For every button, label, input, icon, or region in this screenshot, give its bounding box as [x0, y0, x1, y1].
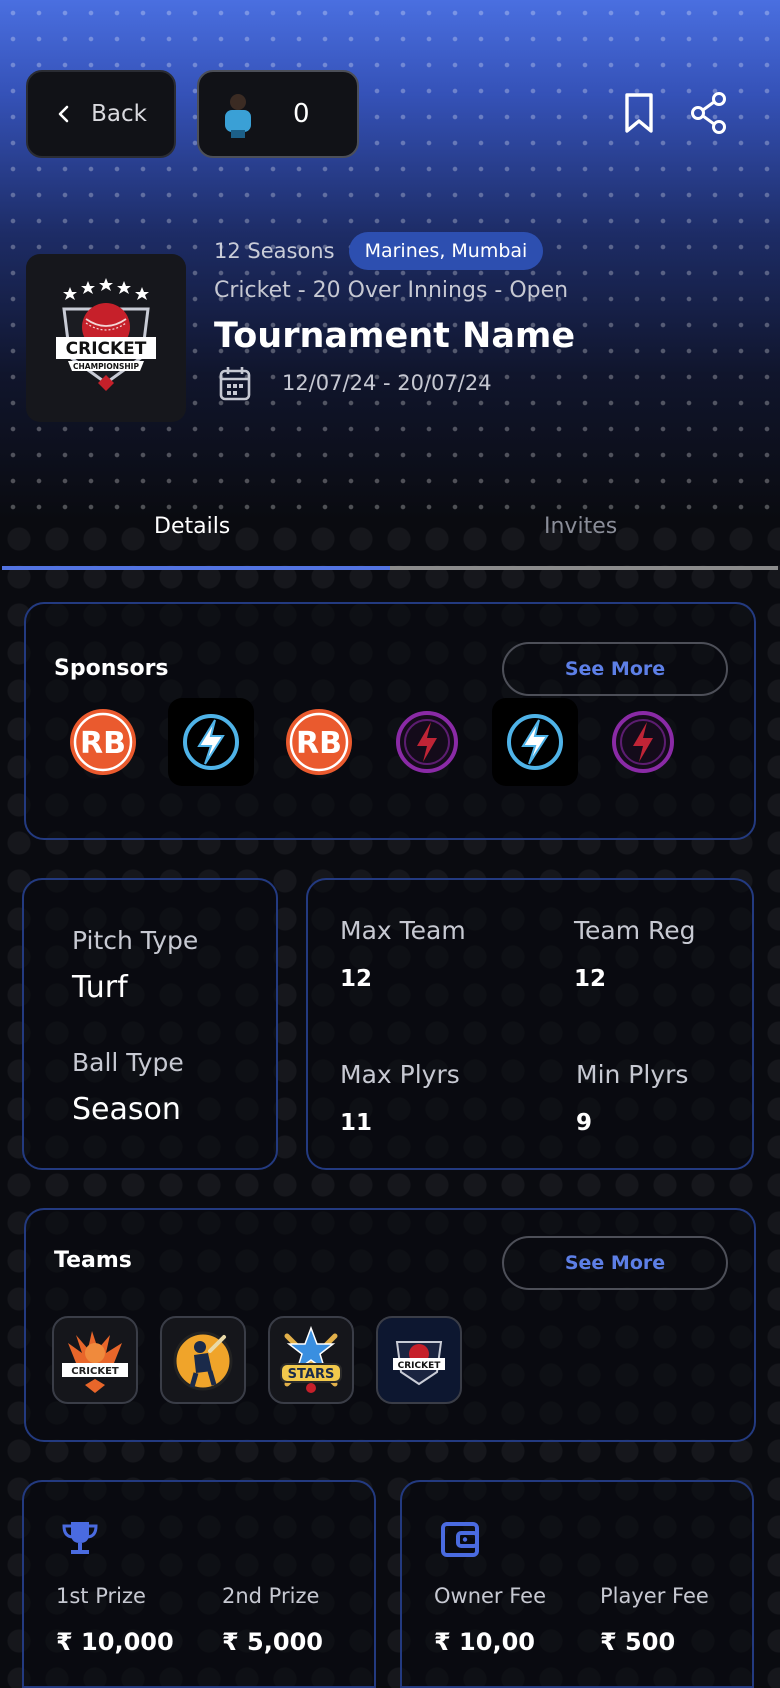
teams-card: Teams See More CRICKET STARS CRICKET [24, 1208, 756, 1442]
owner-fee-value: ₹ 10,00 [434, 1628, 535, 1656]
date-range-row: 12/07/24 - 20/07/24 [218, 364, 492, 402]
svg-text:CRICKET: CRICKET [71, 1366, 119, 1377]
team-reg-value: 12 [574, 966, 607, 992]
cricket-stars-logo-icon[interactable]: STARS [268, 1316, 354, 1404]
sponsors-list: RB RB [60, 698, 686, 786]
tab-invites[interactable]: Invites [544, 514, 617, 539]
sponsors-title: Sponsors [54, 656, 169, 681]
teams-title: Teams [54, 1248, 132, 1273]
trophy-icon [62, 1522, 98, 1554]
location-badge: Marines, Mumbai [348, 232, 544, 270]
max-players-label: Max Plyrs [340, 1060, 460, 1089]
sponsor-rb-icon[interactable]: RB [60, 698, 146, 786]
pitch-type-value: Turf [72, 970, 128, 1005]
player-fee-value: ₹ 500 [600, 1628, 676, 1656]
batsman-logo-icon[interactable] [160, 1316, 246, 1404]
cricket-tournament-logo-icon[interactable]: CRICKET [52, 1316, 138, 1404]
date-range: 12/07/24 - 20/07/24 [282, 371, 492, 395]
first-prize-value: ₹ 10,000 [56, 1628, 174, 1656]
sponsor-lightning-icon[interactable] [168, 698, 254, 786]
sponsor-lightning-icon[interactable] [492, 698, 578, 786]
second-prize-value: ₹ 5,000 [222, 1628, 323, 1656]
svg-text:RB: RB [80, 726, 126, 761]
cricket-championship-logo-icon: CRICKET CHAMPIONSHIP [56, 278, 156, 391]
owner-fee-label: Owner Fee [434, 1584, 547, 1608]
player-fee-label: Player Fee [600, 1584, 709, 1608]
sponsors-see-more-button[interactable]: See More [502, 642, 728, 696]
sport-format: Cricket - 20 Over Innings - Open [214, 278, 569, 303]
share-icon[interactable] [688, 90, 730, 136]
max-team-label: Max Team [340, 916, 466, 945]
fee-card: Owner Fee ₹ 10,00 Player Fee ₹ 500 [400, 1480, 754, 1688]
tab-details[interactable]: Details [154, 514, 230, 539]
player-avatar-icon [225, 94, 251, 138]
bookmark-icon[interactable] [618, 90, 660, 136]
svg-text:STARS: STARS [288, 1367, 335, 1382]
prize-card: 1st Prize ₹ 10,000 2nd Prize ₹ 5,000 [22, 1480, 376, 1688]
back-button[interactable]: Back [26, 70, 176, 158]
max-team-value: 12 [340, 966, 373, 992]
calendar-icon [219, 367, 251, 401]
svg-text:CRICKET: CRICKET [398, 1361, 442, 1371]
max-players-value: 11 [340, 1110, 373, 1136]
team-logo-list: CRICKET STARS CRICKET [52, 1316, 462, 1404]
pitch-type-label: Pitch Type [72, 926, 199, 955]
svg-text:CHAMPIONSHIP: CHAMPIONSHIP [73, 362, 139, 371]
teams-see-more-button[interactable]: See More [502, 1236, 728, 1290]
first-prize-label: 1st Prize [56, 1584, 146, 1608]
back-label: Back [91, 101, 147, 127]
wallet-icon [441, 1522, 479, 1557]
seasons-count: 12 Seasons [214, 239, 335, 263]
tournament-logo: CRICKET CHAMPIONSHIP [26, 254, 186, 422]
ball-type-value: Season [72, 1092, 181, 1127]
ball-type-label: Ball Type [72, 1048, 184, 1077]
svg-text:CRICKET: CRICKET [66, 339, 147, 359]
chevron-left-icon [58, 105, 69, 123]
sponsor-bolt-ring-icon[interactable] [384, 698, 470, 786]
svg-text:RB: RB [296, 726, 342, 761]
player-count-value: 0 [293, 99, 310, 129]
tab-bar: Details Invites [0, 500, 780, 572]
sponsor-rb-icon[interactable]: RB [276, 698, 362, 786]
pitch-info-card: Pitch Type Turf Ball Type Season [22, 878, 278, 1170]
second-prize-label: 2nd Prize [222, 1584, 320, 1608]
tournament-meta: 12 Seasons Marines, Mumbai [214, 232, 544, 270]
sponsors-card: Sponsors See More RB RB [24, 602, 756, 840]
min-players-label: Min Plyrs [576, 1060, 689, 1089]
min-players-value: 9 [576, 1110, 593, 1136]
tournament-title: Tournament Name [214, 316, 576, 356]
team-limits-card: Max Team 12 Team Reg 12 Max Plyrs 11 Min… [306, 878, 754, 1170]
cricket-shield-logo-icon[interactable]: CRICKET [376, 1316, 462, 1404]
sponsor-bolt-ring-icon[interactable] [600, 698, 686, 786]
team-reg-label: Team Reg [574, 916, 696, 945]
player-count-button[interactable]: 0 [197, 70, 359, 158]
tab-active-indicator [2, 566, 390, 570]
